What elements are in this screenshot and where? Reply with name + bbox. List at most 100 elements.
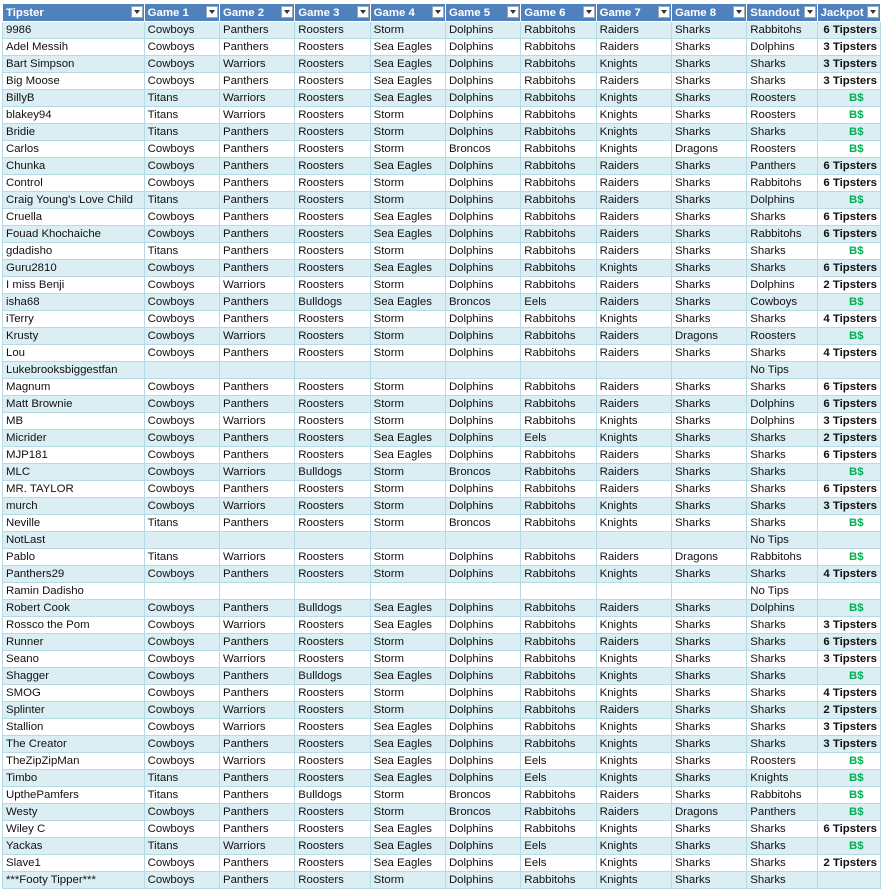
game-cell[interactable]: Rabbitohs [520, 174, 597, 192]
game-cell[interactable]: Cowboys [143, 293, 220, 311]
game-cell[interactable]: Dolphins [444, 769, 522, 787]
jackpot-cell[interactable] [816, 582, 882, 600]
game-cell[interactable]: Dolphins [444, 718, 522, 736]
standout-cell[interactable]: Rabbitohs [746, 174, 818, 192]
game-cell[interactable]: Eels [520, 293, 597, 311]
game-cell[interactable]: Titans [143, 786, 220, 804]
jackpot-cell[interactable]: B$ [816, 752, 882, 770]
game-cell[interactable] [369, 531, 446, 549]
game-cell[interactable]: Rabbitohs [520, 157, 597, 175]
game-cell[interactable]: Raiders [595, 463, 672, 481]
game-cell[interactable]: Panthers [218, 72, 296, 90]
game-cell[interactable] [294, 531, 371, 549]
tipster-cell[interactable]: Krusty [2, 327, 145, 345]
game-cell[interactable]: Sharks [670, 446, 748, 464]
game-cell[interactable]: Panthers [218, 293, 296, 311]
standout-cell[interactable]: Sharks [746, 650, 818, 668]
game-cell[interactable]: Sea Eagles [369, 89, 446, 107]
jackpot-cell[interactable]: B$ [816, 140, 882, 158]
jackpot-cell[interactable]: 2 Tipsters [816, 701, 882, 719]
tipster-cell[interactable]: MB [2, 412, 145, 430]
game-cell[interactable]: Sharks [670, 259, 748, 277]
standout-cell[interactable]: Sharks [746, 854, 818, 872]
game-cell[interactable]: Roosters [294, 157, 371, 175]
game-cell[interactable]: Roosters [294, 854, 371, 872]
game-cell[interactable] [595, 582, 672, 600]
game-cell[interactable] [369, 582, 446, 600]
tipster-cell[interactable]: Neville [2, 514, 145, 532]
game-cell[interactable]: Roosters [294, 106, 371, 124]
game-cell[interactable]: Rabbitohs [520, 735, 597, 753]
game-cell[interactable]: Roosters [294, 446, 371, 464]
tipster-cell[interactable]: Guru2810 [2, 259, 145, 277]
game-cell[interactable]: Storm [369, 344, 446, 362]
game-cell[interactable]: Cowboys [143, 310, 220, 328]
game-cell[interactable]: Panthers [218, 803, 296, 821]
tipster-cell[interactable]: Craig Young's Love Child [2, 191, 145, 209]
game-cell[interactable]: Dragons [670, 803, 748, 821]
tipster-cell[interactable]: isha68 [2, 293, 145, 311]
game-cell[interactable]: Dolphins [444, 633, 522, 651]
standout-cell[interactable]: Cowboys [746, 293, 818, 311]
standout-cell[interactable]: No Tips [746, 582, 818, 600]
game-cell[interactable]: Raiders [595, 378, 672, 396]
game-cell[interactable]: Knights [595, 565, 672, 583]
standout-cell[interactable]: Knights [746, 769, 818, 787]
jackpot-cell[interactable]: 3 Tipsters [816, 735, 882, 753]
game-cell[interactable]: Cowboys [143, 701, 220, 719]
tipster-cell[interactable]: Pablo [2, 548, 145, 566]
tipster-cell[interactable]: gdadisho [2, 242, 145, 260]
game-cell[interactable]: Sea Eagles [369, 293, 446, 311]
game-cell[interactable]: Sharks [670, 208, 748, 226]
game-cell[interactable]: Sharks [670, 497, 748, 515]
tipster-cell[interactable]: NotLast [2, 531, 145, 549]
game-cell[interactable] [520, 361, 597, 379]
jackpot-cell[interactable]: 6 Tipsters [816, 446, 882, 464]
game-cell[interactable]: Broncos [444, 514, 522, 532]
standout-cell[interactable]: No Tips [746, 361, 818, 379]
tipster-cell[interactable]: Splinter [2, 701, 145, 719]
game-cell[interactable]: Knights [595, 769, 672, 787]
game-cell[interactable] [670, 582, 748, 600]
game-cell[interactable]: Roosters [294, 55, 371, 73]
game-cell[interactable] [218, 361, 296, 379]
game-cell[interactable]: Sharks [670, 378, 748, 396]
standout-cell[interactable]: Sharks [746, 667, 818, 685]
jackpot-cell[interactable]: B$ [816, 548, 882, 566]
game-cell[interactable]: Cowboys [143, 854, 220, 872]
game-cell[interactable]: Sea Eagles [369, 55, 446, 73]
column-header[interactable]: Tipster [2, 3, 145, 22]
game-cell[interactable]: Roosters [294, 650, 371, 668]
column-header[interactable]: Game 2 [218, 3, 296, 22]
game-cell[interactable]: Panthers [218, 191, 296, 209]
jackpot-cell[interactable]: 4 Tipsters [816, 565, 882, 583]
game-cell[interactable]: Sharks [670, 837, 748, 855]
tipster-cell[interactable]: Micrider [2, 429, 145, 447]
game-cell[interactable]: Warriors [218, 463, 296, 481]
game-cell[interactable]: Panthers [218, 429, 296, 447]
game-cell[interactable]: Roosters [294, 276, 371, 294]
standout-cell[interactable]: Sharks [746, 310, 818, 328]
game-cell[interactable]: Panthers [218, 174, 296, 192]
game-cell[interactable]: Knights [595, 854, 672, 872]
game-cell[interactable]: Dolphins [444, 157, 522, 175]
game-cell[interactable]: Sharks [670, 293, 748, 311]
game-cell[interactable]: Storm [369, 497, 446, 515]
tipster-cell[interactable]: Rossco the Pom [2, 616, 145, 634]
game-cell[interactable]: Dolphins [444, 650, 522, 668]
game-cell[interactable]: Dolphins [444, 446, 522, 464]
game-cell[interactable]: Dolphins [444, 837, 522, 855]
game-cell[interactable] [143, 582, 220, 600]
game-cell[interactable]: Storm [369, 106, 446, 124]
game-cell[interactable]: Roosters [294, 752, 371, 770]
game-cell[interactable]: Warriors [218, 276, 296, 294]
tipster-cell[interactable]: Yackas [2, 837, 145, 855]
column-header[interactable]: Game 3 [294, 3, 371, 22]
game-cell[interactable]: Storm [369, 871, 446, 889]
game-cell[interactable]: Panthers [218, 871, 296, 889]
standout-cell[interactable]: Sharks [746, 242, 818, 260]
game-cell[interactable]: Dolphins [444, 21, 522, 39]
game-cell[interactable]: Sharks [670, 633, 748, 651]
game-cell[interactable]: Sharks [670, 514, 748, 532]
game-cell[interactable]: Raiders [595, 803, 672, 821]
